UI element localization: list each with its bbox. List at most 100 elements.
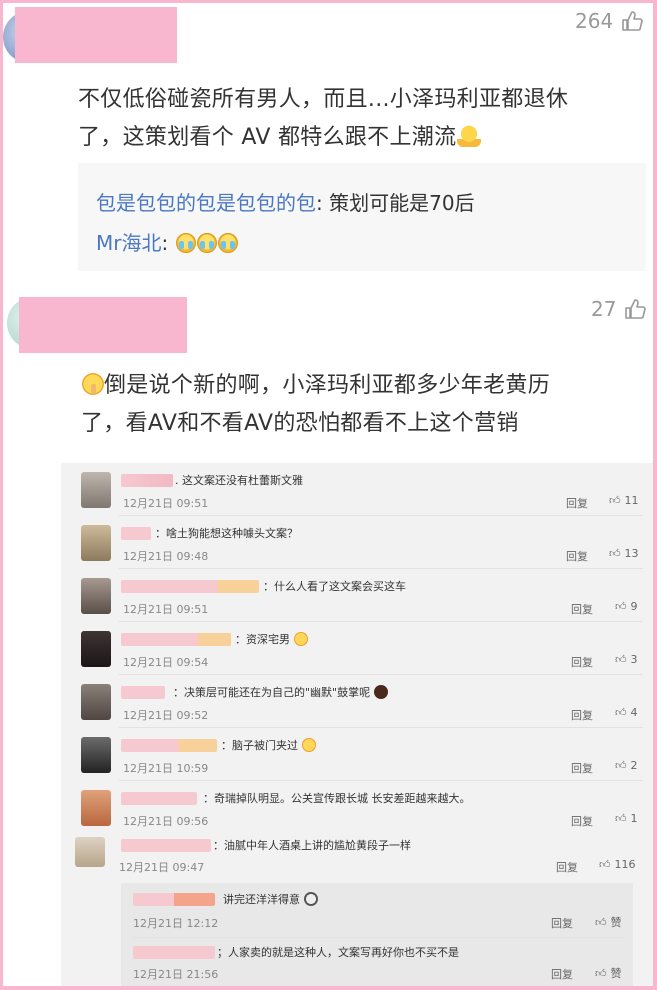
thumbs-up-icon: 👍︎ xyxy=(615,812,627,825)
like-button[interactable]: 👍︎ 2 xyxy=(615,759,638,772)
username-blurred xyxy=(121,580,259,593)
reply-username[interactable]: 包是包包的包是包包的包 xyxy=(96,191,316,215)
like-button[interactable]: 👍︎ 11 xyxy=(609,494,639,507)
list-item[interactable]: ：脑子被门夹过 12月21日 10:59 回复 👍︎ 2 xyxy=(61,728,653,781)
thumbs-up-icon: 👍︎ xyxy=(609,494,621,507)
timestamp: 12月21日 09:51 xyxy=(123,603,209,616)
replies-box[interactable]: 包是包包的包是包包的包: 策划可能是70后 Mr海北: xyxy=(78,163,646,271)
shush-emoji-icon xyxy=(82,373,104,395)
like-button[interactable]: 27 xyxy=(591,297,647,321)
timestamp: 12月21日 09:56 xyxy=(123,815,209,828)
reply-button[interactable]: 回复 xyxy=(566,495,588,511)
list-item[interactable]: ：资深宅男 12月21日 09:54 回复 👍︎ 3 xyxy=(61,622,653,675)
avatar[interactable] xyxy=(81,631,111,667)
comment-line: 了，这策划看个 AV 都特么跟不上潮流 xyxy=(78,125,457,150)
thumbs-up-icon: 👍︎ xyxy=(615,759,627,772)
avatar[interactable] xyxy=(81,737,111,773)
comment-line: 了，看AV和不看AV的恐怕都看不上这个营销 xyxy=(81,411,519,436)
list-item[interactable]: . 这文案还没有杜蕾斯文雅 12月21日 09:51 回复 👍︎ 11 xyxy=(61,463,653,516)
list-item[interactable]: ；人家卖的就是这种人，文案写再好你也不买不是 12月21日 21:56 回复 👍… xyxy=(121,938,633,986)
like-count: 11 xyxy=(624,494,639,507)
username-blurred xyxy=(121,839,211,852)
tongue-emoji-icon xyxy=(303,892,318,906)
thumbs-up-icon: 👍︎ xyxy=(609,547,621,560)
username-redacted xyxy=(19,297,187,353)
reply-button[interactable]: 回复 xyxy=(571,813,593,829)
reply-text: : 策划可能是70后 xyxy=(316,191,475,215)
username-redacted xyxy=(15,7,177,63)
like-count: 9 xyxy=(630,600,638,613)
username-blurred xyxy=(121,633,231,646)
reply-button[interactable]: 回复 xyxy=(571,707,593,723)
thumbs-up-icon xyxy=(625,299,647,319)
comment-line: 不仅低俗碰瓷所有男人，而且...小泽玛利亚都退休 xyxy=(78,87,569,112)
reply-username[interactable]: Mr海北 xyxy=(96,231,161,255)
timestamp: 12月21日 21:56 xyxy=(133,968,219,981)
comment-text: ：决策层可能还在为自己的"幽默"鼓掌呢 xyxy=(173,684,388,700)
like-button[interactable]: 👍︎ 1 xyxy=(615,812,638,825)
like-button[interactable]: 👍︎ 13 xyxy=(609,547,639,560)
list-item[interactable]: ：奇瑞掉队明显。公关宣传跟长城 长安差距越来越大。 12月21日 09:56 回… xyxy=(61,781,653,834)
list-item[interactable]: ：油腻中年人酒桌上讲的尴尬黄段子一样 12月21日 09:47 回复 👍︎ 116 xyxy=(11,829,653,882)
like-count: 4 xyxy=(630,706,638,719)
comment-text: ：奇瑞掉队明显。公关宣传跟长城 长安差距越来越大。 xyxy=(203,792,471,805)
grin-emoji-icon xyxy=(301,738,316,752)
comment-text: 不仅低俗碰瓷所有男人，而且...小泽玛利亚都退休 了，这策划看个 AV 都特么跟… xyxy=(78,81,648,157)
comment-text-content: ：决策层可能还在为自己的"幽默"鼓掌呢 xyxy=(173,686,371,699)
laugh-cry-icon xyxy=(196,233,217,253)
username-blurred xyxy=(121,474,173,487)
like-button[interactable]: 👍︎ 4 xyxy=(615,706,638,719)
sub-replies: 讲完还洋洋得意 12月21日 12:12 回复 👍︎ 赞 ；人家卖的就是这种人，文… xyxy=(121,883,633,986)
timestamp: 12月21日 09:48 xyxy=(123,550,209,563)
comment-text: ：啥土狗能想这种噱头文案？ xyxy=(155,527,298,540)
comment-text: ：什么人看了这文案会买这车 xyxy=(263,580,406,593)
comment-text: . 这文案还没有杜蕾斯文雅 xyxy=(175,474,303,487)
reply-button[interactable]: 回复 xyxy=(556,859,578,875)
avatar[interactable] xyxy=(81,684,111,720)
avatar[interactable] xyxy=(81,578,111,614)
username-blurred xyxy=(121,527,151,540)
thumbs-up-icon: 👍︎ xyxy=(595,966,607,980)
comment-text-content: ：资深宅男 xyxy=(235,633,290,646)
reply-button[interactable]: 回复 xyxy=(571,760,593,776)
list-item[interactable]: ：决策层可能还在为自己的"幽默"鼓掌呢 12月21日 09:52 回复 👍︎ 4 xyxy=(61,675,653,728)
like-button[interactable]: 👍︎ 9 xyxy=(615,600,638,613)
reply-button[interactable]: 回复 xyxy=(571,601,593,617)
timestamp: 12月21日 09:51 xyxy=(123,497,209,510)
like-button[interactable]: 👍︎ 116 xyxy=(599,858,636,871)
reply-item[interactable]: 包是包包的包是包包的包: 策划可能是70后 xyxy=(96,189,475,217)
comment-text: 倒是说个新的啊，小泽玛利亚都多少年老黄历 了，看AV和不看AV的恐怕都看不上这个… xyxy=(81,367,651,443)
avatar[interactable] xyxy=(81,472,111,508)
reply-button[interactable]: 回复 xyxy=(571,654,593,670)
like-button[interactable]: 👍︎ 赞 xyxy=(595,914,622,930)
reply-item[interactable]: Mr海北: xyxy=(96,229,238,257)
like-button[interactable]: 264 xyxy=(575,9,643,33)
clap-emoji-icon xyxy=(373,685,388,699)
username-blurred xyxy=(121,792,197,805)
like-button[interactable]: 👍︎ 3 xyxy=(615,653,638,666)
list-item[interactable]: 讲完还洋洋得意 12月21日 12:12 回复 👍︎ 赞 xyxy=(121,885,633,938)
like-button[interactable]: 👍︎ 赞 xyxy=(595,965,622,981)
avatar[interactable] xyxy=(81,525,111,561)
timestamp: 12月21日 09:52 xyxy=(123,709,209,722)
like-count: 1 xyxy=(630,812,638,825)
comment-text: ：脑子被门夹过 xyxy=(221,737,316,753)
reply-button[interactable]: 回复 xyxy=(551,915,573,931)
like-count: 2 xyxy=(630,759,638,772)
laugh-cry-icon xyxy=(217,233,238,253)
reply-button[interactable]: 回复 xyxy=(551,966,573,982)
timestamp: 12月21日 09:47 xyxy=(119,861,205,874)
reply-button[interactable]: 回复 xyxy=(566,548,588,564)
comment-text: 讲完还洋洋得意 xyxy=(223,891,318,907)
avatar[interactable] xyxy=(81,790,111,826)
like-label: 赞 xyxy=(610,916,622,929)
avatar[interactable] xyxy=(75,837,105,867)
list-item[interactable]: ：什么人看了这文案会买这车 12月21日 09:51 回复 👍︎ 9 xyxy=(61,569,653,622)
comment-text-content: ：脑子被门夹过 xyxy=(221,739,298,752)
list-item[interactable]: ：啥土狗能想这种噱头文案？ 12月21日 09:48 回复 👍︎ 13 xyxy=(61,516,653,569)
thumbs-up-icon: 👍︎ xyxy=(615,600,627,613)
like-count: 116 xyxy=(614,858,636,871)
comment-text-content: 讲完还洋洋得意 xyxy=(223,893,300,906)
like-count: 264 xyxy=(575,9,614,33)
timestamp: 12月21日 09:54 xyxy=(123,656,209,669)
